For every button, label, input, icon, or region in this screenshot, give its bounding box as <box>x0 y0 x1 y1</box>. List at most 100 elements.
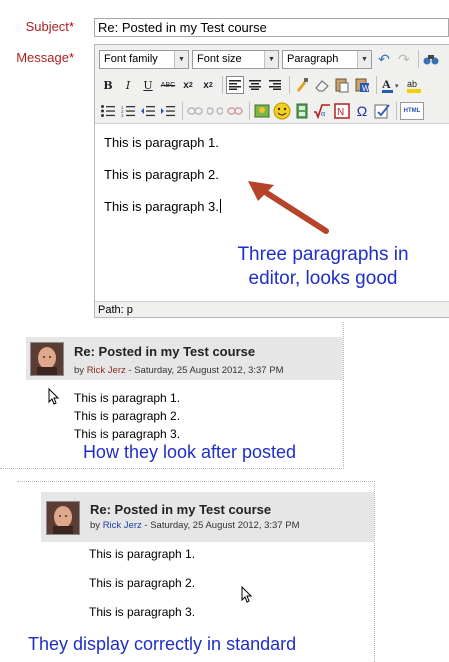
find-icon[interactable] <box>422 50 440 68</box>
post-paragraph: This is paragraph 3. <box>89 605 196 619</box>
strikethrough-icon[interactable]: ABC <box>159 76 177 94</box>
align-left-icon[interactable] <box>226 76 244 94</box>
anchor-icon[interactable] <box>226 102 244 120</box>
font-family-select[interactable]: Font family ▼ <box>99 49 189 69</box>
toolbar-separator <box>396 102 397 120</box>
align-right-icon[interactable] <box>266 76 284 94</box>
spellcheck-icon[interactable] <box>373 102 391 120</box>
indent-icon[interactable] <box>159 102 177 120</box>
nonbreaking-icon[interactable]: N <box>333 102 351 120</box>
chevron-down-icon: ▼ <box>264 50 278 68</box>
subject-label-text: Subject <box>25 19 69 34</box>
link-icon[interactable] <box>186 102 204 120</box>
bullet-list-icon[interactable] <box>99 102 117 120</box>
paste-word-icon[interactable]: W <box>353 76 371 94</box>
subject-label: Subject* <box>26 19 74 34</box>
annotation-line: Three paragraphs in <box>237 244 409 265</box>
text-caret <box>219 199 221 213</box>
font-size-select[interactable]: Font size ▼ <box>192 49 279 69</box>
html-button-label: HTML <box>403 108 421 114</box>
toolbar-separator <box>418 50 419 68</box>
svg-text:ab: ab <box>407 79 417 89</box>
post-date: - Saturday, 25 August 2012, 3:37 PM <box>144 520 300 531</box>
italic-icon[interactable]: I <box>119 76 137 94</box>
post-paragraph: This is paragraph 2. <box>89 576 196 590</box>
underline-icon[interactable]: U <box>139 76 157 94</box>
post-title: Re: Posted in my Test course <box>74 344 256 359</box>
font-size-value: Font size <box>197 53 242 65</box>
message-label-text: Message <box>16 50 69 65</box>
svg-text:A: A <box>382 77 391 91</box>
toolbar-separator <box>182 102 183 120</box>
message-label: Message* <box>16 50 74 65</box>
subscript-icon[interactable]: x2 <box>179 76 197 94</box>
svg-text:α: α <box>321 109 326 118</box>
author-link[interactable]: Rick Jerz <box>87 365 126 376</box>
unlink-icon[interactable] <box>206 102 224 120</box>
post-title: Re: Posted in my Test course <box>90 502 272 517</box>
equation-icon[interactable]: α <box>313 102 331 120</box>
font-family-value: Font family <box>104 53 158 65</box>
svg-text:▾: ▾ <box>395 83 399 90</box>
format-select[interactable]: Paragraph ▼ <box>282 49 372 69</box>
post-paragraph: This is paragraph 2. <box>74 409 181 423</box>
chevron-down-icon: ▼ <box>174 50 188 68</box>
redo-icon[interactable]: ↷ <box>395 50 413 68</box>
outdent-icon[interactable] <box>139 102 157 120</box>
font-color-icon[interactable]: A ▾ <box>380 76 404 94</box>
post-paragraph: This is paragraph 1. <box>74 391 181 405</box>
required-marker: * <box>68 19 74 34</box>
post-byline: by Rick Jerz - Saturday, 25 August 2012,… <box>90 520 299 531</box>
post-paragraph: This is paragraph 1. <box>89 547 196 561</box>
editor-toolbar: Font family ▼ Font size ▼ Paragraph ▼ ↶ … <box>95 45 449 124</box>
annotation-line: editor, looks good <box>248 268 398 289</box>
toolbar-row-1: Font family ▼ Font size ▼ Paragraph ▼ ↶ … <box>99 48 442 70</box>
author-link[interactable]: Rick Jerz <box>103 520 142 531</box>
toolbar-separator <box>222 76 223 94</box>
byline-prefix: by <box>74 365 85 376</box>
required-marker: * <box>68 50 74 65</box>
editor-paragraph-last: This is paragraph 3. <box>104 199 221 214</box>
post-date: - Saturday, 25 August 2012, 3:37 PM <box>128 365 284 376</box>
avatar[interactable] <box>46 501 80 535</box>
paint-icon[interactable] <box>293 76 311 94</box>
paste-icon[interactable] <box>333 76 351 94</box>
editor-path-bar: Path: p <box>95 301 449 317</box>
mouse-cursor-icon <box>241 586 253 603</box>
eraser-icon[interactable] <box>313 76 331 94</box>
avatar[interactable] <box>30 342 64 376</box>
superscript-icon[interactable]: x2 <box>199 76 217 94</box>
byline-prefix: by <box>90 520 101 531</box>
toolbar-separator <box>249 102 250 120</box>
svg-text:3: 3 <box>121 113 124 117</box>
chevron-down-icon: ▼ <box>357 50 371 68</box>
toolbar-separator <box>376 76 377 94</box>
html-icon[interactable]: HTML <box>400 102 424 120</box>
format-value: Paragraph <box>287 53 339 65</box>
svg-text:W: W <box>362 84 370 93</box>
image-icon[interactable] <box>253 102 271 120</box>
annotation-posted: How they look after posted <box>82 442 297 462</box>
subject-input[interactable]: Re: Posted in my Test course <box>94 18 449 37</box>
post-paragraph: This is paragraph 3. <box>74 427 181 441</box>
numbered-list-icon[interactable]: 123 <box>119 102 137 120</box>
annotation-editor: Three paragraphs in editor, looks good <box>208 243 438 291</box>
align-center-icon[interactable] <box>246 76 264 94</box>
media-icon[interactable] <box>293 102 311 120</box>
highlight-icon[interactable]: ab <box>406 76 424 94</box>
editor-paragraph: This is paragraph 1. <box>104 135 219 150</box>
editor-paragraph-text: This is paragraph 3. <box>104 199 219 214</box>
special-char-icon[interactable]: Ω <box>353 102 371 120</box>
bold-icon[interactable]: B <box>99 76 117 94</box>
mouse-cursor-icon <box>48 388 60 405</box>
toolbar-row-2: B I U ABC x2 x2 W A ▾ ab <box>99 74 426 96</box>
svg-text:N: N <box>337 107 344 118</box>
emoticon-icon[interactable] <box>273 102 291 120</box>
toolbar-separator <box>289 76 290 94</box>
post-byline: by Rick Jerz - Saturday, 25 August 2012,… <box>74 365 283 376</box>
annotation-standard: They display correctly in standard <box>28 634 297 654</box>
editor-paragraph: This is paragraph 2. <box>104 167 219 182</box>
undo-icon[interactable]: ↶ <box>375 50 393 68</box>
post-header <box>41 492 374 542</box>
toolbar-row-3: 123 α N Ω HTML <box>99 100 426 122</box>
